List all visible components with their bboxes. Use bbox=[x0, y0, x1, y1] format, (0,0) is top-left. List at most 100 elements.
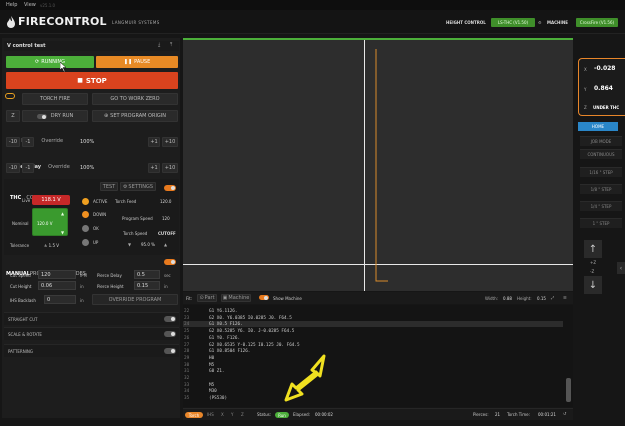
width-label: Width: bbox=[485, 296, 498, 301]
gcode-line[interactable]: G2 X0.5285 Y6. I0. J-0.0285 F64.5 bbox=[209, 329, 294, 334]
gcode-line-number: 35 bbox=[184, 396, 190, 402]
torch-toggle[interactable] bbox=[5, 93, 15, 99]
torch-speed-label: Torch Speed bbox=[123, 231, 148, 236]
patterning-toggle[interactable] bbox=[164, 348, 176, 354]
ihs-backlash-label: IHS Backlash bbox=[10, 298, 36, 303]
straight-cut-toggle[interactable] bbox=[164, 316, 176, 322]
pierce-delay-value: 100% bbox=[80, 165, 95, 171]
cut-speed-unit: IPM bbox=[80, 273, 88, 278]
torch-fire-button[interactable]: TORCH FIRE bbox=[22, 93, 88, 105]
scale-rotate-toggle[interactable] bbox=[164, 331, 176, 337]
dry-run-toggle[interactable] bbox=[36, 113, 47, 119]
cut-height-input[interactable]: 0.06 bbox=[38, 281, 76, 290]
ihs-indicator: IHS bbox=[207, 412, 214, 417]
gcode-line-number: 26 bbox=[184, 335, 190, 341]
gcode-line[interactable]: G0 Z1. bbox=[209, 369, 225, 374]
pierce-height-unit: in bbox=[164, 284, 168, 289]
pierce-delay-minus10[interactable]: -10 bbox=[6, 163, 20, 173]
pierce-height-input[interactable]: 0.15 bbox=[134, 281, 160, 290]
machine-badge[interactable]: CrossFire (V1.56) bbox=[576, 18, 618, 27]
z-down-arrow-icon[interactable]: ↓ bbox=[584, 276, 602, 294]
status-bar: Torch IHS X Y Z Status: Run Elapsed: 00:… bbox=[183, 408, 573, 420]
straight-cut-section[interactable]: STRAIGHT CUT bbox=[4, 312, 179, 325]
expand-icon[interactable]: ⤢ bbox=[551, 295, 554, 300]
cutoff-down-icon[interactable]: ▼ bbox=[128, 242, 131, 247]
gear-icon[interactable]: ⚙ bbox=[538, 20, 542, 25]
thc-nominal-box[interactable]: 120.0 V ▲ ▼ bbox=[32, 208, 68, 236]
gcode-line[interactable]: G2 X0. Y6.0385 I0.0285 J0. F64.5 bbox=[209, 316, 292, 321]
pierce-delay-input[interactable]: 0.5 bbox=[134, 270, 160, 279]
step-1-16-button[interactable]: 1/16 " STEP bbox=[580, 167, 622, 177]
fit-part-button[interactable]: ⊙ Part bbox=[197, 294, 217, 302]
dry-run-button[interactable]: DRY RUN bbox=[22, 110, 88, 122]
gear-icon: ⚙ bbox=[122, 183, 128, 190]
feed-rate-minus1[interactable]: -1 bbox=[22, 137, 34, 147]
patterning-section[interactable]: PATTERNING bbox=[4, 344, 179, 357]
menu-help[interactable]: Help bbox=[6, 2, 17, 8]
home-button[interactable]: HOME bbox=[578, 122, 618, 131]
cutoff-up-icon[interactable]: ▲ bbox=[164, 242, 167, 247]
height-control-badge[interactable]: LS-THC (V1.50) bbox=[491, 18, 535, 27]
thc-test-button[interactable]: TEST bbox=[100, 182, 118, 191]
brand-logo-text: FIRECONTROL bbox=[18, 15, 107, 28]
gcode-line[interactable]: G1 Y0. F126. bbox=[209, 336, 240, 341]
show-machine-toggle[interactable] bbox=[259, 295, 269, 300]
menu-icon[interactable]: ☰ bbox=[563, 295, 567, 300]
feed-rate-minus10[interactable]: -10 bbox=[6, 137, 20, 147]
feed-rate-plus1[interactable]: +1 bbox=[148, 137, 160, 147]
stop-button[interactable]: ■ STOP bbox=[6, 72, 178, 89]
gcode-line[interactable]: M5 bbox=[209, 363, 214, 368]
thc-enable-toggle[interactable] bbox=[164, 185, 176, 191]
feed-rate-plus10[interactable]: +10 bbox=[162, 137, 178, 147]
height-control-label: HEIGHT CONTROL bbox=[446, 20, 486, 25]
thc-down-label: DOWN bbox=[93, 212, 107, 217]
toolpath-canvas[interactable] bbox=[183, 38, 573, 291]
step-1-4-button[interactable]: 1/4 " STEP bbox=[580, 201, 622, 211]
step-1-8-button[interactable]: 1/8 " STEP bbox=[580, 184, 622, 194]
thc-up-indicator bbox=[82, 239, 89, 246]
side-arrow-left-icon[interactable]: ‹ bbox=[617, 262, 625, 274]
set-program-origin-button[interactable]: ⊕ SET PROGRAM ORIGIN bbox=[92, 110, 178, 122]
step-1-button[interactable]: 1 " STEP bbox=[580, 218, 622, 228]
thc-nominal-down-icon[interactable]: ▼ bbox=[61, 230, 64, 235]
job-mode-button[interactable]: JOB MODE bbox=[580, 136, 622, 146]
gcode-line[interactable]: G1 X0.8504 F126. bbox=[209, 349, 250, 354]
reset-icon[interactable]: ↺ bbox=[563, 411, 566, 416]
pierce-delay-minus1[interactable]: -1 bbox=[22, 163, 34, 173]
gcode-line[interactable]: G2 X0.6535 Y-0.125 I0.125 J0. F64.5 bbox=[209, 343, 300, 348]
continuous-button[interactable]: CONTINUOUS bbox=[580, 149, 622, 159]
upload-icon[interactable]: ⤒ bbox=[170, 42, 172, 48]
ihs-backlash-input[interactable]: 0 bbox=[44, 295, 76, 304]
overrides-toggle[interactable] bbox=[164, 259, 176, 265]
thc-live-value: 118.1 V bbox=[32, 195, 70, 205]
menu-view[interactable]: View bbox=[24, 2, 36, 8]
gcode-scrollbar[interactable] bbox=[566, 378, 571, 402]
gcode-line-number: 23 bbox=[184, 315, 190, 321]
version-label: v25.1.0 bbox=[40, 3, 56, 8]
override-program-button[interactable]: OVERRIDE PROGRAM bbox=[92, 294, 178, 305]
gcode-line[interactable]: H0 bbox=[209, 356, 214, 361]
gcode-line[interactable]: (PS530) bbox=[209, 396, 227, 401]
gcode-line[interactable]: G1 X0.5 F126. bbox=[209, 322, 243, 327]
gcode-line-number: 32 bbox=[184, 376, 190, 381]
gcode-line[interactable]: G1 Y6.1126. bbox=[209, 309, 237, 314]
z-button[interactable]: Z bbox=[6, 110, 20, 122]
scale-rotate-section[interactable]: SCALE & ROTATE bbox=[4, 327, 179, 340]
gcode-line[interactable]: M5 bbox=[209, 383, 214, 388]
pierce-delay-plus10[interactable]: +10 bbox=[162, 163, 178, 173]
gcode-line[interactable]: M30 bbox=[209, 389, 217, 394]
cut-speed-input[interactable]: 120 bbox=[38, 270, 76, 279]
gcode-line-number: 28 bbox=[184, 349, 190, 355]
z-up-arrow-icon[interactable]: ↑ bbox=[584, 240, 602, 258]
pause-button[interactable]: ❚❚ PAUSE bbox=[96, 56, 178, 68]
thc-settings-button[interactable]: ⚙ SETTINGS bbox=[120, 182, 156, 191]
fit-machine-button[interactable]: ▣ Machine bbox=[221, 294, 251, 302]
thc-nominal-label: Nominal bbox=[12, 221, 29, 226]
thc-nominal-up-icon[interactable]: ▲ bbox=[61, 211, 64, 216]
download-icon[interactable]: ⤓ bbox=[158, 42, 160, 48]
gcode-line-number: 25 bbox=[184, 329, 190, 335]
go-to-work-zero-button[interactable]: GO TO WORK ZERO bbox=[92, 93, 178, 105]
pierce-delay-plus1[interactable]: +1 bbox=[148, 163, 160, 173]
z-minus-label: -Z bbox=[590, 269, 595, 274]
running-button[interactable]: ⟳ RUNNING bbox=[6, 56, 94, 68]
